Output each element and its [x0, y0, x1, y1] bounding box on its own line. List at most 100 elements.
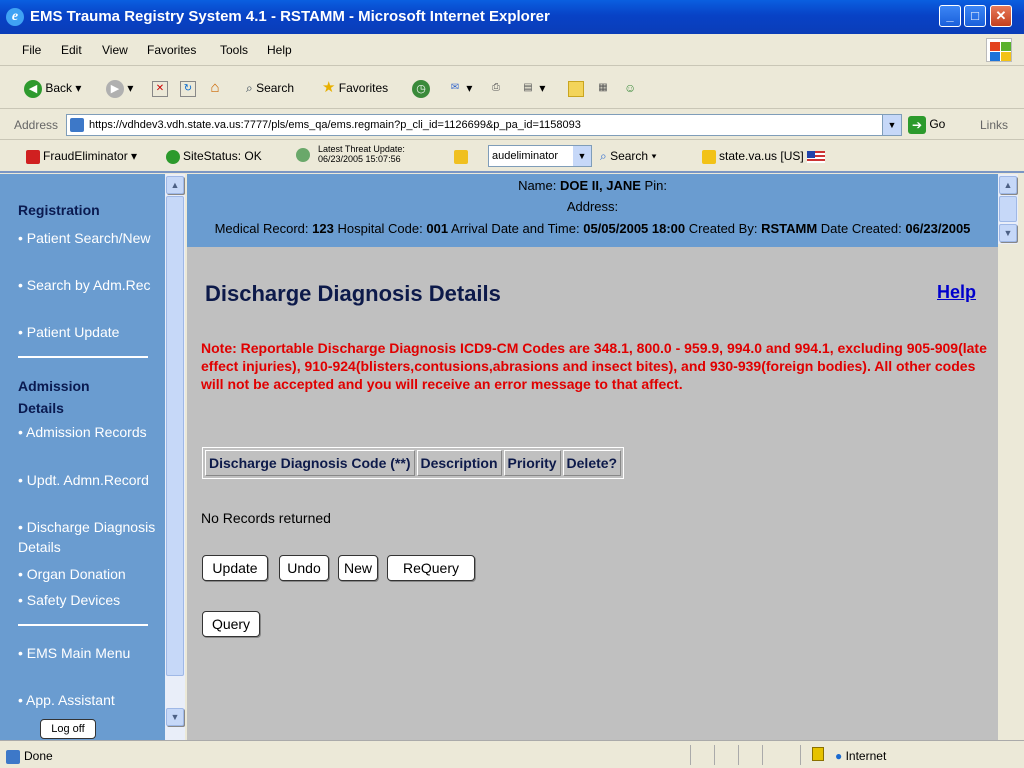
security-zone: ● Internet	[835, 749, 887, 763]
threat-update[interactable]: Latest Threat Update: 06/23/2005 15:07:5…	[296, 144, 405, 164]
table-header-row: Discharge Diagnosis Code (**) Descriptio…	[205, 450, 622, 476]
new-button[interactable]: New	[338, 555, 378, 581]
menu-file[interactable]: File	[22, 43, 41, 57]
patient-record-line: Medical Record: 123 Hospital Code: 001 A…	[214, 221, 971, 236]
menu-view[interactable]: View	[102, 43, 128, 57]
main-scrollbar[interactable]: ▲ ▼	[998, 174, 1018, 244]
globe-icon: ●	[835, 749, 843, 763]
favorites-button[interactable]: ★ Favorites	[322, 78, 388, 98]
search-engine-combo[interactable]: audeliminator ▼	[488, 145, 592, 167]
address-label: Address	[14, 118, 59, 132]
print-button[interactable]: ⎙	[488, 78, 504, 98]
research-button[interactable]: ▦	[595, 78, 611, 98]
page-done-icon	[6, 749, 20, 764]
minimize-button[interactable]: _	[939, 5, 961, 27]
scroll-up-icon[interactable]: ▲	[166, 176, 184, 194]
diagnosis-table: Discharge Diagnosis Code (**) Descriptio…	[202, 447, 625, 479]
print-icon: ⎙	[492, 81, 500, 93]
nav-search-by-adm-rec[interactable]: • Search by Adm.Rec	[18, 275, 160, 295]
search-icon: ⌕	[600, 149, 607, 163]
status-bar: Done ● Internet	[0, 740, 1024, 768]
forward-arrow-icon: ▶	[106, 79, 124, 98]
menu-edit[interactable]: Edit	[61, 43, 82, 57]
nav-app-assistant[interactable]: • App. Assistant	[18, 690, 160, 710]
divider	[18, 624, 148, 626]
folder-button[interactable]	[568, 78, 584, 98]
refresh-button[interactable]: ↻	[180, 78, 196, 98]
page-title: Discharge Diagnosis Details	[205, 281, 501, 306]
navigation-sidebar: Registration • Patient Search/New • Sear…	[0, 174, 165, 740]
mail-button[interactable]: ✉ ▾	[447, 78, 473, 98]
back-button[interactable]: ◀ Back ▾	[24, 78, 81, 98]
status-separator	[762, 745, 763, 765]
threat-icon	[296, 148, 310, 162]
menu-tools[interactable]: Tools	[220, 43, 248, 57]
patient-name-line: Name: DOE II, JANE Pin:	[518, 178, 667, 193]
history-button[interactable]: ◷	[412, 78, 430, 98]
title-bar: e EMS Trauma Registry System 4.1 - RSTAM…	[0, 0, 1024, 34]
patient-address-line: Address:	[566, 199, 619, 214]
stop-icon: ✕	[152, 80, 168, 97]
patient-header: Name: DOE II, JANE Pin: Address: Medical…	[187, 174, 998, 247]
column-header-priority: Priority	[503, 450, 561, 476]
links-button[interactable]: Links	[980, 118, 1008, 132]
maximize-button[interactable]: □	[964, 5, 986, 27]
address-url: https://vdhdev3.vdh.state.va.us:7777/pls…	[89, 119, 581, 131]
sidebar-scrollbar[interactable]: ▲ ▼	[165, 174, 185, 740]
home-icon: ⌂	[210, 78, 220, 96]
patient-name: DOE II, JANE	[559, 178, 641, 193]
refresh-icon: ↻	[180, 80, 196, 97]
nav-safety-devices[interactable]: • Safety Devices	[18, 590, 160, 610]
mail-icon: ✉	[450, 81, 460, 93]
close-button[interactable]: ✕	[990, 5, 1012, 27]
status-separator	[714, 745, 715, 765]
menu-favorites[interactable]: Favorites	[147, 43, 196, 57]
go-button[interactable]: ➔ Go	[908, 116, 945, 134]
alert-button[interactable]	[454, 149, 471, 164]
messenger-icon: ☺	[624, 81, 637, 95]
nav-organ-donation[interactable]: • Organ Donation	[18, 564, 160, 584]
window-title: EMS Trauma Registry System 4.1 - RSTAMM …	[30, 8, 550, 25]
help-link[interactable]: Help	[937, 282, 976, 303]
column-header-description: Description	[416, 450, 502, 476]
update-button[interactable]: Update	[202, 555, 268, 581]
nav-discharge-diagnosis[interactable]: • Discharge Diagnosis Details	[18, 517, 160, 557]
status-separator	[800, 745, 801, 765]
registration-heading: Registration	[18, 202, 100, 218]
edit-page-icon: ▤	[523, 81, 533, 93]
nav-ems-main-menu[interactable]: • EMS Main Menu	[18, 643, 160, 663]
admission-heading: Admission Details	[18, 378, 90, 416]
scroll-up-icon[interactable]: ▲	[999, 176, 1017, 194]
chevron-down-icon: ▼	[573, 146, 591, 166]
scroll-thumb[interactable]	[999, 196, 1017, 222]
query-button[interactable]: Query	[202, 611, 260, 637]
undo-button[interactable]: Undo	[279, 555, 329, 581]
logoff-button[interactable]: Log off	[40, 719, 96, 739]
messenger-button[interactable]: ☺	[624, 78, 636, 98]
nav-updt-admn-record[interactable]: • Updt. Admn.Record	[18, 470, 160, 490]
status-text: Done	[6, 749, 53, 764]
home-button[interactable]: ⌂	[207, 78, 223, 98]
state-site-button[interactable]: state.va.us [US]	[702, 149, 826, 164]
stop-button[interactable]: ✕	[152, 78, 168, 98]
reporting-note: Note: Reportable Discharge Diagnosis ICD…	[201, 340, 987, 392]
address-input[interactable]: https://vdhdev3.vdh.state.va.us:7777/pls…	[66, 114, 902, 136]
requery-button[interactable]: ReQuery	[387, 555, 475, 581]
search-button[interactable]: ⌕ Search	[246, 78, 294, 98]
menu-help[interactable]: Help	[267, 43, 292, 57]
nav-patient-update[interactable]: • Patient Update	[18, 322, 160, 342]
fraud-eliminator-button[interactable]: FraudEliminator ▾	[26, 149, 137, 164]
scroll-down-icon[interactable]: ▼	[166, 708, 184, 726]
forward-button[interactable]: ▶ ▾	[106, 78, 133, 98]
plugin-toolbar: FraudEliminator ▾ SiteStatus: OK Latest …	[0, 141, 1024, 173]
toolbar-search-button[interactable]: ⌕ Search ▾	[600, 149, 656, 164]
address-dropdown-button[interactable]: ▼	[882, 114, 902, 136]
scroll-down-icon[interactable]: ▼	[999, 224, 1017, 242]
site-icon	[702, 149, 716, 164]
scroll-thumb[interactable]	[166, 196, 184, 676]
nav-admission-records[interactable]: • Admission Records	[18, 422, 160, 442]
search-icon: ⌕	[246, 81, 253, 95]
edit-page-button[interactable]: ▤ ▾	[520, 78, 545, 98]
nav-patient-search[interactable]: • Patient Search/New	[18, 228, 160, 248]
menu-bar: File Edit View Favorites Tools Help	[0, 34, 1024, 66]
